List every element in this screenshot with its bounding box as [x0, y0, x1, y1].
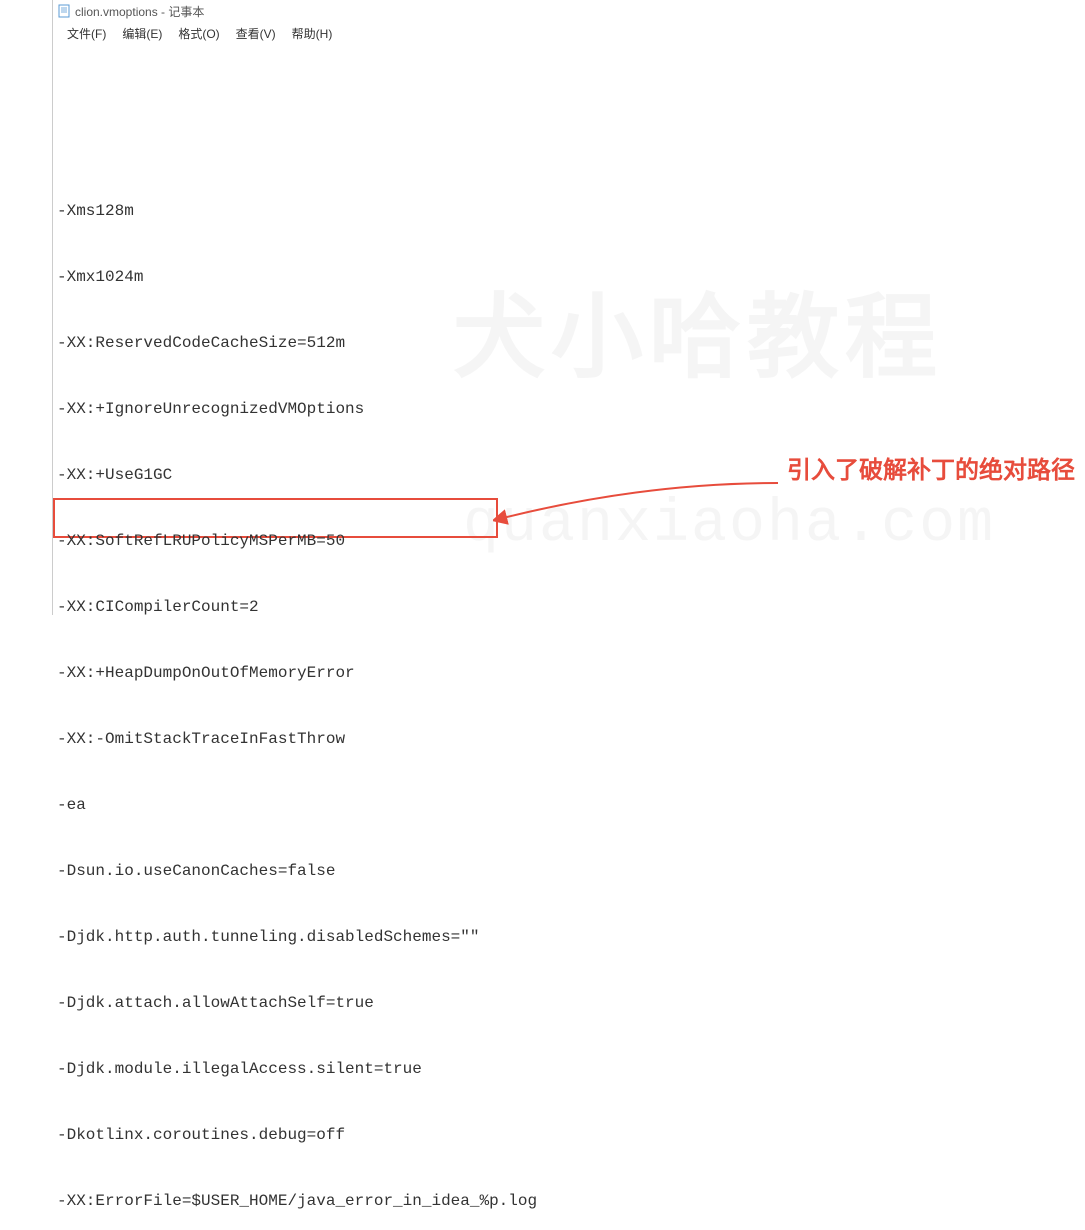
editor-line: -Xmx1024m — [57, 266, 1081, 288]
window-title: clion.vmoptions - 记事本 — [75, 3, 204, 20]
editor-line: -Djdk.http.auth.tunneling.disabledScheme… — [57, 926, 1081, 948]
editor-line: -Xms128m — [57, 200, 1081, 222]
menu-view[interactable]: 查看(V) — [228, 23, 284, 44]
editor-line: -ea — [57, 794, 1081, 816]
editor-line: -XX:ErrorFile=$USER_HOME/java_error_in_i… — [57, 1190, 1081, 1212]
menu-edit[interactable]: 编辑(E) — [114, 23, 170, 44]
menu-file[interactable]: 文件(F) — [59, 23, 114, 44]
menu-format[interactable]: 格式(O) — [170, 23, 227, 44]
notepad-window: clion.vmoptions - 记事本 文件(F) 编辑(E) 格式(O) … — [52, 0, 1085, 615]
editor-line: -XX:+HeapDumpOnOutOfMemoryError — [57, 662, 1081, 684]
editor-line: -Djdk.attach.allowAttachSelf=true — [57, 992, 1081, 1014]
text-layer: -Xms128m -Xmx1024m -XX:ReservedCodeCache… — [57, 156, 1081, 1230]
editor-line: -Djdk.module.illegalAccess.silent=true — [57, 1058, 1081, 1080]
annotation-text: 引入了破解补丁的绝对路径 — [787, 462, 1075, 484]
menu-bar: 文件(F) 编辑(E) 格式(O) 查看(V) 帮助(H) — [53, 22, 1085, 44]
editor-line: -Dkotlinx.coroutines.debug=off — [57, 1124, 1081, 1146]
menu-help[interactable]: 帮助(H) — [284, 23, 341, 44]
notepad-icon — [57, 4, 71, 18]
editor-content[interactable]: 犬小哈教程 quanxiaoha.com -Xms128m -Xmx1024m … — [53, 44, 1085, 1230]
editor-line: -Dsun.io.useCanonCaches=false — [57, 860, 1081, 882]
editor-line: -XX:+IgnoreUnrecognizedVMOptions — [57, 398, 1081, 420]
editor-line: -XX:SoftRefLRUPolicyMSPerMB=50 — [57, 530, 1081, 552]
editor-line: -XX:ReservedCodeCacheSize=512m — [57, 332, 1081, 354]
editor-line: -XX:-OmitStackTraceInFastThrow — [57, 728, 1081, 750]
title-bar: clion.vmoptions - 记事本 — [53, 0, 1085, 22]
